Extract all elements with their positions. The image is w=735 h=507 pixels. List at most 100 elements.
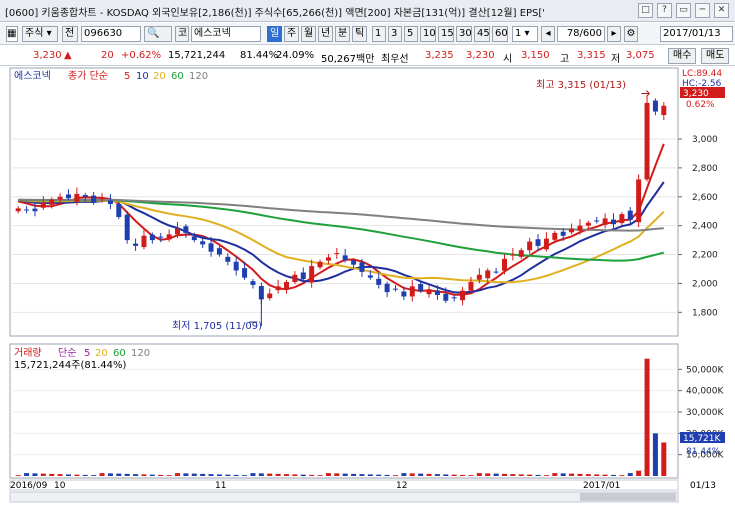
vol-legend-ma20: 20: [95, 348, 108, 359]
period-month-button[interactable]: 월: [301, 26, 316, 42]
search-button[interactable]: 🔍: [144, 26, 172, 42]
volume-bar: [485, 473, 491, 476]
volume-bar: [367, 474, 373, 476]
interval-60-button[interactable]: 60: [492, 26, 508, 42]
volume-badge-pct: 81.44%: [686, 447, 721, 457]
price-tick-label: 3,000: [692, 135, 718, 145]
scroll-left-icon[interactable]: ◂: [541, 26, 555, 42]
interval-30-button[interactable]: 30: [456, 26, 472, 42]
market-select[interactable]: 주식 ▾: [22, 26, 58, 42]
interval-5-button[interactable]: 5: [404, 26, 418, 42]
best-ask-label: 최우선: [381, 54, 409, 65]
interval-15-button[interactable]: 15: [438, 26, 454, 42]
candle-body: [216, 248, 222, 255]
volume-tick-label: 50,000K: [686, 365, 724, 375]
stock-code-input[interactable]: 096630: [81, 26, 141, 42]
volume-badge-text: 15,721K: [683, 434, 721, 444]
volume-bar: [149, 474, 155, 476]
volume-bar: [434, 474, 440, 476]
horizontal-scrollbar[interactable]: [9, 491, 679, 503]
candle-body: [24, 209, 30, 211]
candle-body: [275, 286, 281, 291]
candle-body: [510, 254, 516, 256]
candle-body: [250, 281, 256, 285]
trade-amount: 50,267백만: [321, 54, 375, 65]
help-icon[interactable]: ?: [657, 3, 672, 18]
candle-body: [158, 236, 164, 238]
tick-value-select[interactable]: 1 ▾: [512, 26, 538, 42]
restore-icon[interactable]: □: [638, 3, 653, 18]
volume-bar: [40, 473, 46, 476]
volume-bar: [216, 474, 222, 476]
legend-ma20: 20: [153, 71, 166, 82]
volume-bar: [577, 473, 583, 476]
volume-bar: [384, 474, 390, 476]
candle-body: [426, 289, 432, 295]
turnover-ratio: 24.09%: [276, 50, 315, 61]
volume-bar: [543, 475, 549, 476]
candle-body: [535, 239, 541, 246]
buy-button[interactable]: 매수: [668, 48, 697, 64]
candle-body: [300, 272, 306, 280]
candle-body: [485, 270, 491, 279]
period-minute-button[interactable]: 분: [335, 26, 350, 42]
interval-3-button[interactable]: 3: [388, 26, 402, 42]
volume-legend-ma-label: 단순: [58, 347, 76, 359]
candle-body: [502, 258, 507, 271]
change-percent: +0.62%: [121, 50, 162, 61]
open-label: 시: [503, 54, 513, 65]
scrollbar-thumb[interactable]: [580, 493, 676, 501]
volume-tick-label: 30,000K: [686, 408, 724, 418]
candle-body: [166, 234, 172, 240]
volume-bar: [569, 473, 575, 476]
data-count-field[interactable]: 78/600: [557, 26, 605, 42]
scroll-right-icon[interactable]: ▸: [607, 26, 621, 42]
price-axis: 3,000 2,800 2,600 2,400 2,200 2,000 1,800: [678, 135, 718, 318]
close-icon[interactable]: ✕: [714, 3, 729, 18]
volume-bar: [225, 474, 231, 476]
price-change: 20: [101, 50, 114, 61]
price-legend-ma-label: 종가 단순: [68, 70, 108, 82]
volume-bar: [74, 474, 80, 476]
minimize-icon[interactable]: ─: [695, 3, 710, 18]
volume-bar: [602, 474, 608, 476]
all-button[interactable]: 전: [62, 26, 78, 42]
sell-button[interactable]: 매도: [701, 48, 730, 64]
candle-body: [99, 198, 105, 200]
chart-area[interactable]: 3,000 2,800 2,600 2,400 2,200 2,000 1,800 에스코넥…: [0, 66, 735, 504]
window-icon[interactable]: ▭: [676, 3, 691, 18]
candle-body: [91, 195, 97, 203]
candle-body: [267, 293, 273, 299]
candle-body: [602, 218, 608, 225]
current-price: 3,230: [33, 50, 62, 61]
toolbar: ▦ 주식 ▾ 전 096630 🔍 코 에스코넥 일 주 월 년 분 틱 1 3…: [0, 23, 735, 45]
interval-45-button[interactable]: 45: [474, 26, 490, 42]
volume-bar: [24, 473, 30, 476]
tick-value: 1: [515, 28, 522, 39]
candle-body: [443, 293, 449, 301]
period-tick-button[interactable]: 틱: [352, 26, 367, 42]
expand-icon[interactable]: ▦: [6, 26, 18, 42]
period-day-button[interactable]: 일: [267, 26, 282, 42]
volume-bar: [175, 473, 180, 476]
period-year-button[interactable]: 년: [318, 26, 333, 42]
volume-bar: [585, 474, 591, 476]
candle-body: [577, 225, 583, 231]
candle-body: [40, 202, 46, 208]
candle-body: [409, 286, 415, 297]
volume-bar: [627, 473, 633, 476]
date-field[interactable]: 2017/01/13: [660, 26, 733, 42]
interval-1-button[interactable]: 1: [372, 26, 386, 42]
volume-bar: [476, 473, 482, 476]
volume-value: 15,721,244: [168, 50, 226, 61]
interval-10-button[interactable]: 10: [420, 26, 436, 42]
vol-legend-ma60: 60: [113, 348, 126, 359]
settings-icon[interactable]: ⚙: [624, 26, 638, 42]
stock-name-field[interactable]: 에스코넥: [191, 26, 261, 42]
period-week-button[interactable]: 주: [284, 26, 299, 42]
chart-svg[interactable]: 3,000 2,800 2,600 2,400 2,200 2,000 1,800 에스코넥…: [0, 66, 735, 504]
candle-body: [434, 290, 440, 295]
lc-label: LC:89.44: [682, 69, 722, 79]
price-tick-label: 2,600: [692, 193, 718, 203]
candle-body: [200, 241, 206, 245]
